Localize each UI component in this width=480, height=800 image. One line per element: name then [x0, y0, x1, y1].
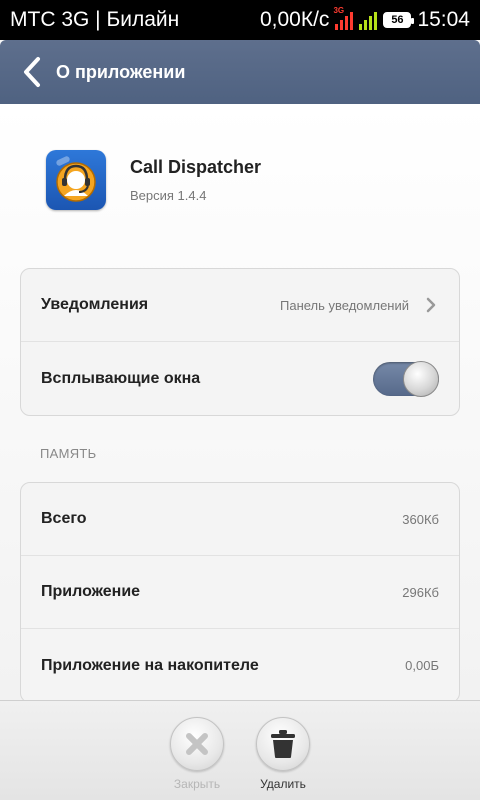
memory-app-row: Приложение 296Кб	[21, 556, 459, 629]
memory-storage-label: Приложение на накопителе	[41, 656, 259, 674]
delete-button[interactable]	[256, 717, 310, 771]
delete-action: Удалить	[243, 717, 323, 791]
memory-storage-value: 0,00Б	[405, 658, 439, 673]
close-button[interactable]	[170, 717, 224, 771]
popups-toggle[interactable]	[373, 360, 439, 397]
action-bar: О приложении	[0, 40, 480, 104]
memory-total-value: 360Кб	[402, 511, 439, 527]
app-version: Версия 1.4.4	[130, 188, 207, 203]
popups-row: Всплывающие окна	[21, 342, 459, 415]
popups-label: Всплывающие окна	[41, 369, 201, 387]
notifications-row[interactable]: Уведомления Панель уведомлений	[21, 269, 459, 342]
clock: 15:04	[417, 8, 470, 31]
memory-total-row: Всего 360Кб	[21, 483, 459, 556]
memory-app-label: Приложение	[41, 583, 141, 600]
network-type-label: 3G	[333, 6, 345, 15]
trash-icon	[271, 730, 295, 758]
carrier-text: МТС 3G | Билайн	[10, 8, 180, 31]
network-speed: 0,00К/с	[259, 8, 330, 31]
status-indicators: 0,00К/с 3G 56 15:04	[259, 6, 470, 32]
status-bar: МТС 3G | Билайн 0,00К/с 3G 56 15:04	[0, 0, 480, 40]
signal-3g-icon: 3G	[333, 6, 354, 30]
close-icon	[186, 733, 208, 755]
settings-card: Уведомления Панель уведомлений Всплывающ…	[20, 268, 460, 416]
memory-card: Всего 360Кб Приложение 296Кб Приложение …	[20, 482, 460, 700]
memory-section-header: ПАМЯТЬ	[40, 446, 97, 461]
memory-app-value: 296Кб	[402, 584, 439, 600]
app-info: Call Dispatcher Версия 1.4.4	[130, 157, 261, 203]
chevron-right-icon	[425, 297, 439, 313]
back-arrow-icon	[24, 57, 40, 87]
app-icon	[46, 150, 106, 210]
memory-total-label: Всего	[41, 510, 87, 527]
notifications-value: Панель уведомлений	[280, 297, 409, 313]
page-title: О приложении	[56, 61, 186, 82]
battery-level: 56	[391, 14, 404, 26]
back-button[interactable]	[10, 40, 54, 104]
battery-icon: 56	[383, 12, 415, 28]
close-action: Закрыть	[157, 717, 237, 791]
app-info-content: Call Dispatcher Версия 1.4.4 Уведомления…	[0, 104, 480, 700]
app-header: Call Dispatcher Версия 1.4.4	[46, 150, 261, 210]
app-name: Call Dispatcher	[130, 157, 262, 177]
memory-storage-row: Приложение на накопителе 0,00Б	[21, 629, 459, 700]
toggle-knob	[403, 360, 439, 397]
notifications-label: Уведомления	[41, 296, 149, 313]
delete-label: Удалить	[260, 777, 306, 791]
bottom-action-bar: Закрыть Удалить	[0, 700, 480, 800]
signal-strength-icon	[359, 10, 378, 30]
operator-headset-icon	[56, 156, 96, 202]
close-label: Закрыть	[173, 777, 221, 791]
